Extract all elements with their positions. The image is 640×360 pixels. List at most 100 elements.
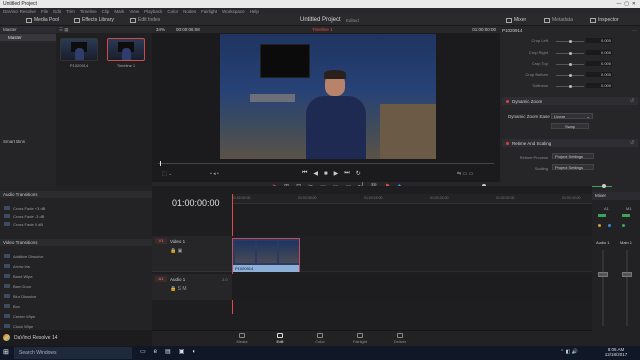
effects-library-button[interactable]: Effects Library (74, 16, 114, 24)
clip-thumbnail-timeline-1[interactable] (107, 38, 145, 61)
viewer-timeline-name[interactable]: Timeline 1 (312, 27, 333, 32)
inspector-button[interactable]: Inspector (590, 16, 619, 24)
metadata-button[interactable]: Metadata (544, 16, 573, 24)
loop-icon[interactable]: ↻ (356, 170, 361, 177)
jog-dots-icon[interactable]: • ◂ • (210, 171, 219, 177)
main1-fader[interactable] (622, 272, 632, 277)
windows-start-icon[interactable]: ⊞ (3, 349, 11, 357)
softness-value[interactable]: 0.000 (586, 83, 612, 88)
audio-track-lane[interactable] (232, 274, 592, 300)
track-id-a1[interactable]: A1 (155, 276, 167, 282)
audio-transitions-header[interactable]: Audio Transitions (0, 191, 152, 198)
crop-top-knob[interactable] (569, 63, 572, 66)
resolve-taskbar-icon[interactable]: ◐ (192, 349, 196, 355)
menu-view[interactable]: View (129, 9, 139, 14)
list-item[interactable]: Cross Fade 0 dB (4, 221, 148, 227)
menu-nodes[interactable]: Nodes (183, 9, 196, 14)
enable-dot-icon[interactable] (506, 142, 509, 145)
crop-top-value[interactable]: 0.000 (586, 61, 612, 66)
taskbar-clock[interactable]: 8:05 AM 12/18/2017 (598, 347, 634, 357)
list-item[interactable]: Center Wipe (4, 313, 148, 319)
task-view-icon[interactable]: ▭ (140, 348, 146, 355)
list-item[interactable]: Additive Dissolve (4, 253, 148, 259)
tab-deliver[interactable]: Deliver (385, 333, 415, 344)
list-item[interactable]: Box (4, 303, 148, 309)
fx-label: Center Wipe (13, 313, 36, 319)
menu-clip[interactable]: Clip (102, 9, 110, 14)
clip-thumbnail-p1020914[interactable] (60, 38, 98, 61)
reset-icon[interactable]: ↺ (630, 140, 634, 146)
crop-bottom-value[interactable]: 0.000 (586, 72, 612, 77)
viewer-zoom[interactable]: 34% (156, 27, 165, 32)
viewer-playhead[interactable] (160, 161, 161, 166)
retime-scaling-section[interactable]: Retime And Scaling (502, 139, 638, 147)
menu-timeline[interactable]: Timeline (80, 9, 97, 14)
track-id-v1[interactable]: V1 (155, 238, 167, 244)
crop-bottom-knob[interactable] (569, 74, 572, 77)
crop-right-knob[interactable] (569, 52, 572, 55)
menu-workspace[interactable]: Workspace (222, 9, 244, 14)
menu-file[interactable]: File (41, 9, 48, 14)
play-icon[interactable]: ▶ (334, 170, 339, 177)
tab-edit[interactable]: Edit (265, 333, 295, 344)
smart-bins-label: Smart Bins (3, 139, 26, 144)
media-pool-button[interactable]: Media Pool (26, 16, 59, 24)
list-item[interactable]: Clock Wipe (4, 323, 148, 329)
menu-mark[interactable]: Mark (114, 9, 124, 14)
tab-fairlight[interactable]: Fairlight (345, 333, 375, 344)
audio1-fader[interactable] (598, 272, 608, 277)
stop-icon[interactable]: ■ (324, 171, 328, 177)
reset-icon[interactable]: ↺ (630, 98, 634, 104)
dynamic-zoom-section[interactable]: Dynamic Zoom (502, 97, 638, 105)
track-lock-icon[interactable]: 🔒 ▣ (170, 248, 182, 254)
video-transitions-header[interactable]: Video Transitions (0, 239, 152, 246)
video-track-name[interactable]: Video 1 (170, 239, 185, 244)
timeline-clip-p1020914[interactable]: P1020914 (232, 238, 300, 272)
windows-search-box[interactable]: Search Windows (14, 347, 132, 359)
window-controls[interactable]: — ▢ ✕ (617, 1, 636, 7)
viewer-scrubber[interactable] (158, 163, 494, 164)
edge-icon[interactable]: e (154, 349, 157, 355)
mixer-button[interactable]: Mixer (506, 16, 526, 24)
volume-knob[interactable] (602, 184, 606, 188)
list-item[interactable]: Barn Door (4, 283, 148, 289)
crop-right-value[interactable]: 0.000 (586, 50, 612, 55)
list-view-icon[interactable]: ☰ ▦ (59, 27, 69, 33)
scaling-dropdown[interactable]: Project Settings (552, 164, 594, 170)
enable-dot-icon[interactable] (506, 100, 509, 103)
softness-knob[interactable] (569, 85, 572, 88)
menu-fairlight[interactable]: Fairlight (201, 9, 217, 14)
bin-item-master[interactable]: Master (0, 34, 56, 41)
timeline-ruler[interactable]: 01:00:00:00 01:00:08:00 01:00:16:00 01:0… (232, 194, 592, 204)
crop-left-value[interactable]: 0.000 (586, 38, 612, 43)
list-item[interactable]: Blur Dissolve (4, 293, 148, 299)
menu-color[interactable]: Color (167, 9, 178, 14)
crop-left-knob[interactable] (569, 40, 572, 43)
list-item[interactable]: Band Wipe (4, 273, 148, 279)
dynamic-zoom-ease-dropdown[interactable]: Linear ⌄ (551, 113, 593, 119)
reverse-icon[interactable]: ◀ (313, 170, 318, 177)
store-icon[interactable]: ▣ (179, 348, 185, 355)
audio-track-name[interactable]: Audio 1 (170, 277, 185, 282)
tab-media[interactable]: Media (227, 333, 257, 344)
track-mute-icon[interactable]: 🔒 S M (170, 286, 187, 292)
menu-playback[interactable]: Playback (144, 9, 162, 14)
menu-help[interactable]: Help (250, 9, 259, 14)
system-tray-icons[interactable]: ⌃ ◧ 🔊 (560, 349, 578, 355)
list-item[interactable]: Cross Fade +3 dB (4, 205, 148, 211)
retime-process-dropdown[interactable]: Project Settings (552, 153, 594, 159)
menu-edit[interactable]: Edit (53, 9, 61, 14)
match-frame-icons[interactable]: ⇆ ▭ ▭ (457, 171, 473, 177)
list-item[interactable]: Cross Fade -3 dB (4, 213, 148, 219)
crop-view-icon[interactable]: ⬚ ⌄ (162, 171, 172, 177)
menu-app[interactable]: DaVinci Resolve (3, 9, 36, 14)
swap-button[interactable]: Swap (551, 123, 589, 129)
inspector-menu-icon[interactable]: ⋯ (632, 28, 637, 34)
skip-forward-icon[interactable]: ⏭ (344, 170, 349, 177)
tab-color[interactable]: Color (305, 333, 335, 344)
explorer-icon[interactable]: ▤ (165, 348, 171, 355)
edit-index-button[interactable]: Edit Index (130, 16, 160, 24)
menu-trim[interactable]: Trim (66, 9, 75, 14)
skip-back-icon[interactable]: ⏮ (302, 170, 307, 177)
list-item[interactable]: Arrow Iris (4, 263, 148, 269)
